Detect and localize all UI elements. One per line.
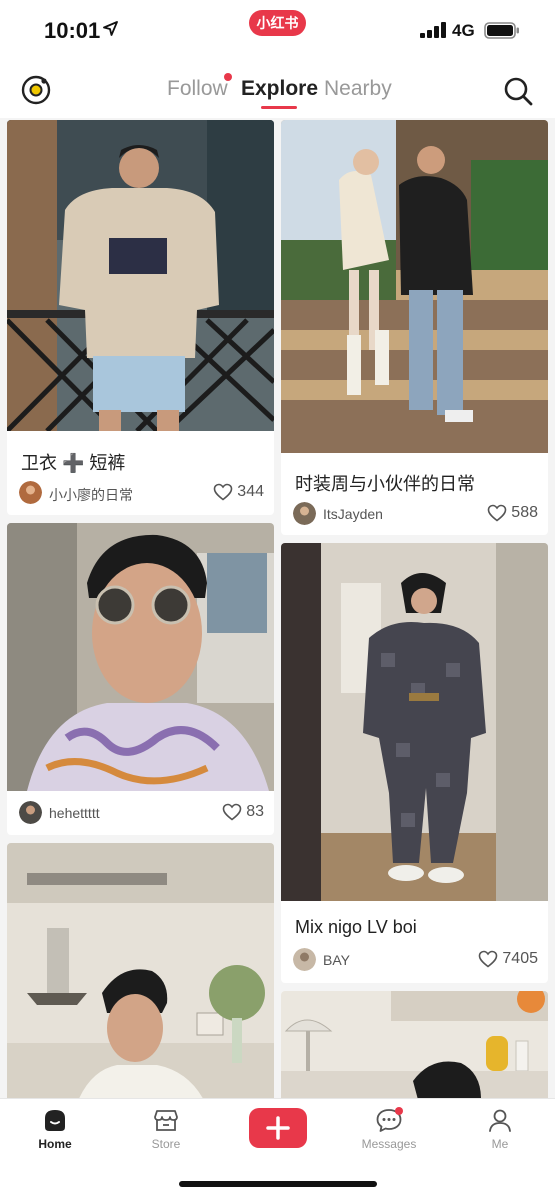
heart-icon bbox=[487, 504, 507, 522]
like-count: 344 bbox=[237, 483, 264, 500]
note-card[interactable]: Mix nigo LV boi BAY 7405 bbox=[281, 543, 548, 983]
tab-nearby[interactable]: Nearby bbox=[324, 77, 392, 101]
message-notification-dot bbox=[395, 1107, 403, 1115]
like-button[interactable]: 588 bbox=[487, 504, 538, 522]
top-nav: Follow Explore Nearby bbox=[0, 62, 555, 118]
note-title: 时装周与小伙伴的日常 bbox=[295, 474, 475, 494]
home-icon bbox=[45, 1110, 65, 1131]
note-image[interactable] bbox=[7, 523, 274, 791]
like-count: 7405 bbox=[502, 950, 538, 967]
note-card[interactable] bbox=[7, 843, 274, 1098]
note-title: 卫衣 ➕ 短裤 bbox=[21, 453, 126, 473]
like-button[interactable]: 83 bbox=[222, 803, 264, 821]
avatar[interactable] bbox=[19, 481, 42, 504]
explore-feed[interactable]: 卫衣 ➕ 短裤 小小廖的日常 344 时装周与小伙伴的日常 ItsJayden … bbox=[0, 118, 555, 1098]
nav-label: Home bbox=[38, 1137, 72, 1151]
nav-store[interactable]: Store bbox=[126, 1107, 206, 1151]
note-author[interactable]: hehettttt bbox=[49, 805, 100, 821]
avatar[interactable] bbox=[293, 948, 316, 971]
note-card[interactable]: 卫衣 ➕ 短裤 小小廖的日常 344 bbox=[7, 120, 274, 515]
note-author[interactable]: 小小廖的日常 bbox=[49, 485, 133, 505]
nav-label: Messages bbox=[361, 1137, 417, 1151]
signal-icon bbox=[420, 22, 446, 38]
nav-home[interactable]: Home bbox=[15, 1107, 95, 1151]
avatar[interactable] bbox=[293, 502, 316, 525]
search-icon[interactable] bbox=[503, 76, 533, 106]
note-image[interactable] bbox=[281, 991, 548, 1098]
home-indicator[interactable] bbox=[179, 1181, 377, 1187]
note-image[interactable] bbox=[281, 120, 548, 453]
nav-label: Store bbox=[151, 1137, 181, 1151]
note-title: Mix nigo LV boi bbox=[295, 917, 417, 937]
heart-icon bbox=[222, 803, 242, 821]
plus-icon bbox=[266, 1116, 290, 1140]
app-badge: 小红书 bbox=[249, 10, 306, 36]
note-image[interactable] bbox=[7, 843, 274, 1098]
like-button[interactable]: 344 bbox=[213, 483, 264, 501]
note-card[interactable] bbox=[281, 991, 548, 1098]
note-card[interactable]: hehettttt 83 bbox=[7, 523, 274, 835]
status-bar: 10:01 小红书 4G bbox=[0, 0, 555, 62]
heart-icon bbox=[213, 483, 233, 501]
bottom-nav: Home Store Messages Me bbox=[0, 1098, 555, 1200]
like-button[interactable]: 7405 bbox=[478, 950, 538, 968]
like-count: 83 bbox=[246, 803, 264, 820]
like-count: 588 bbox=[511, 504, 538, 521]
store-icon bbox=[154, 1110, 178, 1131]
note-image[interactable] bbox=[7, 120, 274, 431]
network-label: 4G bbox=[452, 21, 475, 40]
note-author[interactable]: BAY bbox=[323, 952, 350, 968]
follow-notification-dot bbox=[224, 73, 232, 81]
create-post-button[interactable] bbox=[249, 1108, 307, 1148]
note-image[interactable] bbox=[281, 543, 548, 901]
status-time: 10:01 bbox=[44, 18, 101, 43]
tab-explore[interactable]: Explore bbox=[241, 77, 318, 101]
person-icon bbox=[489, 1109, 511, 1132]
nav-messages[interactable]: Messages bbox=[349, 1107, 429, 1151]
nav-label: Me bbox=[491, 1137, 509, 1151]
location-arrow-icon bbox=[103, 21, 118, 36]
camera-icon[interactable] bbox=[20, 74, 52, 106]
tab-follow[interactable]: Follow bbox=[167, 77, 228, 101]
battery-icon bbox=[484, 22, 519, 39]
heart-icon bbox=[479, 950, 498, 968]
active-tab-indicator bbox=[261, 106, 297, 109]
note-author[interactable]: ItsJayden bbox=[323, 506, 383, 522]
nav-me[interactable]: Me bbox=[460, 1107, 540, 1151]
note-card[interactable]: 时装周与小伙伴的日常 ItsJayden 588 bbox=[281, 120, 548, 535]
avatar[interactable] bbox=[19, 801, 42, 824]
